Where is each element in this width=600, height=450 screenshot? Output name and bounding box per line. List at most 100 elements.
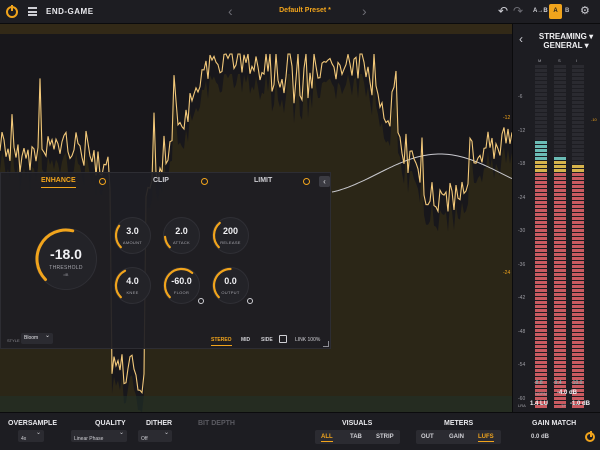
meter-segment bbox=[535, 121, 547, 124]
enhance-power-icon[interactable] bbox=[99, 178, 106, 185]
meter-segment bbox=[535, 169, 547, 172]
tab-clip[interactable]: CLIP bbox=[153, 177, 169, 184]
floor-knob[interactable]: -60.0 FLOOR bbox=[163, 267, 200, 304]
visuals-strip-button[interactable]: STRIP bbox=[376, 434, 394, 440]
meter-segment bbox=[535, 225, 547, 228]
meter-segment bbox=[554, 269, 566, 272]
meter-segment bbox=[535, 109, 547, 112]
meter-segment bbox=[554, 365, 566, 368]
meter-segment bbox=[535, 365, 547, 368]
clip-power-icon[interactable] bbox=[201, 178, 208, 185]
tab-enhance[interactable]: ENHANCE bbox=[41, 177, 76, 188]
redo-icon[interactable]: ↷ bbox=[513, 4, 523, 18]
knee-label: KNEE bbox=[126, 290, 139, 295]
meters-gain-button[interactable]: GAIN bbox=[449, 434, 464, 440]
oversample-dropdown[interactable]: 4x bbox=[18, 427, 44, 442]
meter-segment bbox=[572, 321, 584, 324]
a-slot-button[interactable]: A bbox=[549, 4, 562, 19]
mode-mid[interactable]: MID bbox=[241, 337, 250, 343]
preset-prev-icon[interactable]: ‹ bbox=[228, 3, 233, 19]
visuals-all-button[interactable]: ALL bbox=[321, 434, 333, 442]
mode-side[interactable]: SIDE bbox=[261, 337, 273, 343]
meter-preset-target[interactable]: GENERAL ▾ bbox=[533, 41, 599, 50]
knee-knob[interactable]: 4.0 KNEE bbox=[114, 267, 151, 304]
amount-knob[interactable]: 3.0 AMOUNT bbox=[114, 217, 151, 254]
attack-label: ATTACK bbox=[173, 240, 190, 245]
release-label: RELEASE bbox=[220, 240, 241, 245]
meter-segment bbox=[535, 313, 547, 316]
mode-stereo[interactable]: STEREO bbox=[211, 337, 232, 346]
meter-segment bbox=[535, 273, 547, 276]
meter-segment bbox=[535, 173, 547, 176]
settings-icon[interactable]: ⚙ bbox=[580, 4, 590, 17]
meter-segment bbox=[535, 101, 547, 104]
release-knob[interactable]: 200 RELEASE bbox=[212, 217, 249, 254]
meters-out-button[interactable]: OUT bbox=[421, 434, 434, 440]
meters-lufs-button[interactable]: LUFS bbox=[478, 434, 494, 442]
threshold-knob[interactable]: -18.0 THRESHOLD dB bbox=[35, 228, 97, 290]
style-dropdown[interactable]: Bloom bbox=[21, 331, 53, 344]
meter-segment bbox=[535, 269, 547, 272]
meter-segment bbox=[554, 157, 566, 160]
meter-segment bbox=[572, 169, 584, 172]
meter-segment bbox=[535, 257, 547, 260]
gain-match-power-icon[interactable] bbox=[585, 431, 595, 442]
dither-dropdown[interactable]: Off bbox=[138, 427, 172, 442]
preset-next-icon[interactable]: › bbox=[362, 3, 367, 19]
meter-segment bbox=[554, 229, 566, 232]
link-label[interactable]: LINK 100% bbox=[295, 337, 320, 343]
link-icon[interactable] bbox=[279, 335, 287, 343]
meter-preset-prev-icon[interactable]: ‹ bbox=[519, 32, 523, 46]
meter-segment bbox=[572, 213, 584, 216]
menu-icon[interactable] bbox=[28, 7, 37, 16]
gain-match-value[interactable]: 0.0 dB bbox=[531, 434, 549, 440]
ab-copy-button[interactable]: A→B bbox=[533, 8, 548, 14]
threshold-unit: dB bbox=[63, 272, 69, 277]
meter-segment bbox=[554, 113, 566, 116]
meter-segment bbox=[572, 309, 584, 312]
output-knob[interactable]: 0.0 OUTPUT bbox=[212, 267, 249, 304]
tab-limit[interactable]: LIMIT bbox=[254, 177, 272, 184]
meter-segment bbox=[535, 325, 547, 328]
meter-segment bbox=[535, 105, 547, 108]
meter-segment bbox=[572, 81, 584, 84]
meter-segment bbox=[572, 273, 584, 276]
meter-segment bbox=[554, 341, 566, 344]
collapse-panel-button[interactable]: ‹ bbox=[319, 176, 330, 187]
meter-segment bbox=[554, 285, 566, 288]
floor-power-icon[interactable] bbox=[198, 298, 204, 304]
quality-dropdown[interactable]: Linear Phase bbox=[71, 427, 127, 442]
meter-segment bbox=[554, 73, 566, 76]
resize-handle-icon[interactable] bbox=[323, 341, 329, 347]
meters-label: METERS bbox=[444, 420, 474, 427]
meter-segment bbox=[572, 129, 584, 132]
meter-segment bbox=[535, 177, 547, 180]
meter-segment bbox=[554, 301, 566, 304]
undo-icon[interactable]: ↶ bbox=[498, 4, 508, 18]
floor-label: FLOOR bbox=[173, 290, 190, 295]
meter-preset-category[interactable]: STREAMING ▾ bbox=[533, 32, 599, 41]
meter-segment bbox=[554, 77, 566, 80]
power-icon[interactable] bbox=[6, 5, 18, 18]
meter-segment bbox=[554, 353, 566, 356]
meter-segment bbox=[572, 117, 584, 120]
meter-segment bbox=[572, 225, 584, 228]
meter-segment bbox=[535, 293, 547, 296]
meter-segment bbox=[535, 309, 547, 312]
limit-power-icon[interactable] bbox=[303, 178, 310, 185]
readout-s: -9.4 bbox=[553, 380, 562, 386]
preset-name[interactable]: Default Preset * bbox=[250, 7, 360, 14]
meter-segment bbox=[535, 369, 547, 372]
meter-segment bbox=[572, 253, 584, 256]
meter-segment bbox=[554, 109, 566, 112]
b-slot-button[interactable]: B bbox=[565, 8, 569, 14]
visuals-tab-button[interactable]: TAB bbox=[350, 434, 362, 440]
meter-segment bbox=[554, 281, 566, 284]
meter-segment bbox=[554, 333, 566, 336]
output-power-icon[interactable] bbox=[247, 298, 253, 304]
attack-knob[interactable]: 2.0 ATTACK bbox=[163, 217, 200, 254]
amount-value: 3.0 bbox=[126, 226, 139, 236]
meter-segment bbox=[572, 397, 584, 400]
meter-segment bbox=[554, 261, 566, 264]
meter-segment bbox=[554, 257, 566, 260]
